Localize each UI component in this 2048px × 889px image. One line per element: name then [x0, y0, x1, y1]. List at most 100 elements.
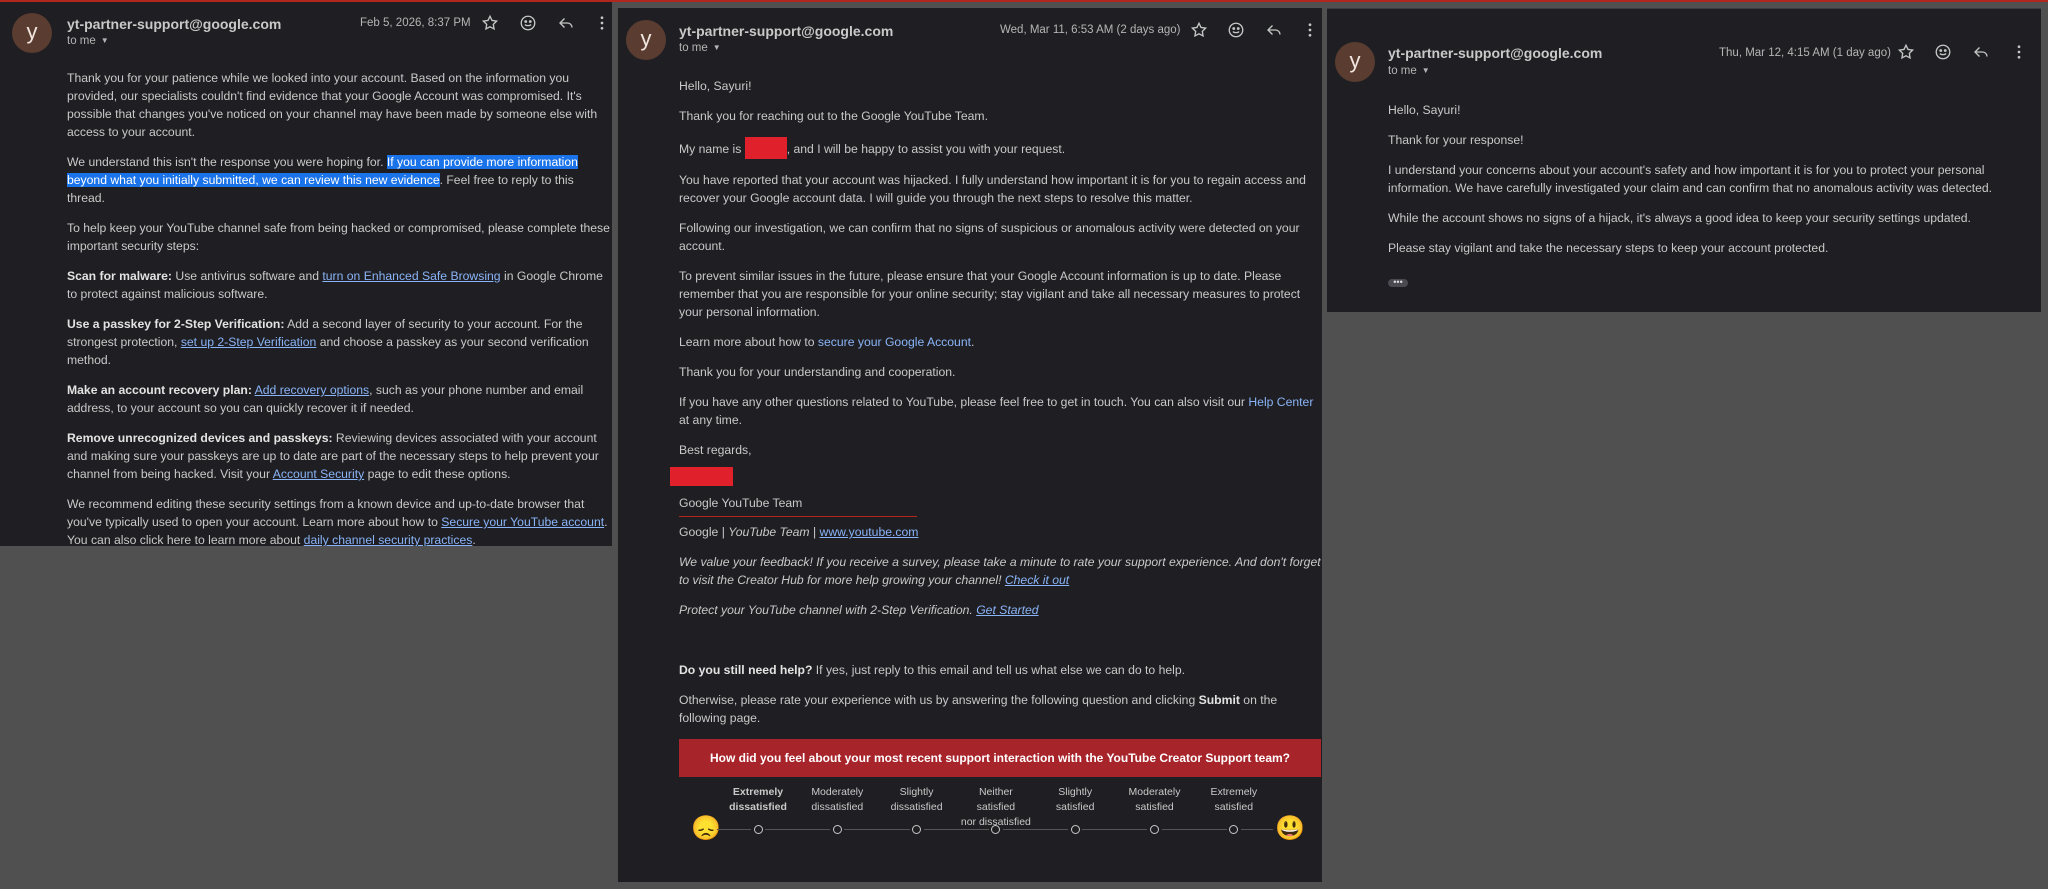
avatar[interactable]: y	[12, 13, 52, 53]
sender-name[interactable]: yt-partner-support@google.com	[67, 16, 281, 32]
scale-connector	[1161, 829, 1227, 830]
help-center-link[interactable]: Help Center	[1248, 395, 1313, 409]
scale-label: Slightly satisfied	[1055, 786, 1095, 813]
satisfaction-radio[interactable]	[1229, 825, 1239, 834]
get-started-link[interactable]: Get Started	[976, 603, 1038, 617]
secure-youtube-link[interactable]: Secure your YouTube account	[441, 515, 604, 529]
message-date: Thu, Mar 12, 4:15 AM (1 day ago)	[1719, 47, 1891, 59]
check-it-out-link[interactable]: Check it out	[1005, 573, 1069, 587]
body-paragraph: Learn more about how to secure your Goog…	[679, 335, 975, 349]
body-paragraph: Thank you for your understanding and coo…	[679, 365, 956, 379]
scale-label: Slightly dissatisfied	[890, 786, 943, 813]
redacted-signature	[670, 467, 733, 486]
avatar[interactable]: y	[1335, 42, 1375, 82]
email-message-2: y yt-partner-support@google.com to me ▼ W…	[618, 8, 1322, 882]
email-message-1: y yt-partner-support@google.com to me ▼ F…	[0, 2, 612, 546]
message-date: Wed, Mar 11, 6:53 AM (2 days ago)	[1000, 24, 1181, 36]
message-body: Thank you for your patience while we loo…	[67, 69, 612, 546]
satisfaction-radio[interactable]	[991, 825, 1001, 834]
recipient-label: to me	[679, 42, 708, 54]
signature-team: Google YouTube Team	[679, 496, 803, 510]
happy-face-icon[interactable]: 😃	[1275, 817, 1305, 841]
protect-paragraph: Protect your YouTube channel with 2-Step…	[679, 603, 1039, 617]
star-icon[interactable]	[1188, 19, 1210, 41]
emoji-reaction-icon[interactable]	[1932, 41, 1954, 63]
youtube-link[interactable]: www.youtube.com	[820, 525, 919, 539]
body-paragraph: My name is , and I will be happy to assi…	[679, 137, 1321, 159]
safe-browsing-link[interactable]: turn on Enhanced Safe Browsing	[322, 269, 500, 283]
star-icon[interactable]	[1895, 41, 1917, 63]
survey-question-banner: How did you feel about your most recent …	[679, 739, 1321, 777]
avatar[interactable]: y	[626, 20, 666, 60]
body-paragraph: We understand this isn't the response yo…	[67, 155, 578, 205]
recipient-toggle[interactable]: to me ▼	[67, 35, 109, 47]
emoji-reaction-icon[interactable]	[517, 12, 539, 34]
body-paragraph: We recommend editing these security sett…	[67, 497, 608, 546]
scale-connector	[1002, 829, 1069, 830]
signature-google: Google	[679, 525, 719, 539]
scale-label: Moderately satisfied	[1128, 786, 1181, 813]
sign-off: Best regards,	[679, 443, 752, 457]
scale-label: Extremely dissatisfied	[729, 786, 787, 813]
sender-name[interactable]: yt-partner-support@google.com	[679, 23, 893, 39]
reply-icon[interactable]	[1263, 19, 1285, 41]
secure-google-account-link[interactable]: secure your Google Account	[818, 335, 971, 349]
recipient-toggle[interactable]: to me ▼	[1388, 65, 1430, 77]
rate-paragraph: Otherwise, please rate your experience w…	[679, 693, 1278, 725]
security-practices-link[interactable]: daily channel security practices	[304, 533, 473, 546]
scale-label: Neither satisfied nor dissatisfied	[960, 786, 1031, 828]
satisfaction-radio[interactable]	[912, 825, 922, 834]
body-paragraph: Please stay vigilant and take the necess…	[1388, 241, 1829, 255]
recipient-label: to me	[67, 35, 96, 47]
body-paragraph: While the account shows no signs of a hi…	[1388, 211, 1971, 225]
step-malware: Scan for malware: Use antivirus software…	[67, 269, 603, 301]
more-vert-icon[interactable]	[591, 12, 612, 34]
scale-connector	[844, 829, 910, 830]
step-devices: Remove unrecognized devices and passkeys…	[67, 431, 599, 481]
scale-connector	[1082, 829, 1148, 830]
message-body: Hello, Sayuri! Thank you for reaching ou…	[670, 77, 1321, 857]
two-step-link[interactable]: set up 2-Step Verification	[181, 335, 317, 349]
feedback-paragraph: We value your feedback! If you receive a…	[679, 555, 1321, 587]
signature-team-italic: YouTube Team	[728, 525, 810, 539]
greeting: Hello, Sayuri!	[1388, 103, 1461, 117]
signature-divider	[679, 516, 917, 517]
reply-icon[interactable]	[555, 12, 577, 34]
signature-separator: |	[721, 525, 725, 539]
more-vert-icon[interactable]	[2008, 41, 2030, 63]
message-date: Feb 5, 2026, 8:37 PM	[360, 17, 471, 29]
more-vert-icon[interactable]	[1299, 19, 1321, 41]
recipient-toggle[interactable]: to me ▼	[679, 42, 721, 54]
redacted-signature-wrap	[670, 467, 1321, 486]
chevron-down-icon: ▼	[100, 36, 109, 45]
emoji-reaction-icon[interactable]	[1225, 19, 1247, 41]
email-message-3: y yt-partner-support@google.com to me ▼ T…	[1327, 8, 2041, 312]
satisfaction-radio[interactable]	[753, 825, 763, 834]
step-recovery: Make an account recovery plan: Add recov…	[67, 383, 584, 415]
satisfaction-radio[interactable]	[1150, 825, 1159, 834]
scale-connector	[1240, 829, 1273, 830]
signature-footer: Google | YouTube Team | www.youtube.com	[679, 523, 1321, 541]
body-paragraph: To prevent similar issues in the future,…	[679, 269, 1301, 319]
recovery-options-link[interactable]: Add recovery options	[255, 383, 370, 397]
scale-label: Extremely satisfied	[1210, 786, 1258, 813]
body-paragraph: You have reported that your account was …	[679, 173, 1306, 205]
body-paragraph: Thank for your response!	[1388, 133, 1524, 147]
scale-label: Moderately dissatisfied	[811, 786, 864, 813]
body-paragraph: I understand your concerns about your ac…	[1388, 163, 1993, 195]
satisfaction-scale: 😞 😃 Extremely dissatisfied Moderately dissa…	[679, 777, 1321, 857]
body-paragraph: If you have any other questions related …	[679, 395, 1314, 427]
show-trimmed-content-button[interactable]: •••	[1388, 278, 1408, 287]
step-passkey: Use a passkey for 2-Step Verification: A…	[67, 317, 589, 367]
star-icon[interactable]	[479, 12, 501, 34]
redacted-name	[744, 137, 787, 159]
sender-name[interactable]: yt-partner-support@google.com	[1388, 45, 1602, 61]
account-security-link[interactable]: Account Security	[273, 467, 364, 481]
scale-connector	[765, 829, 831, 830]
body-paragraph: Following our investigation, we can conf…	[679, 221, 1300, 253]
greeting: Hello, Sayuri!	[679, 79, 752, 93]
reply-icon[interactable]	[1970, 41, 1992, 63]
satisfaction-radio[interactable]	[1070, 825, 1080, 834]
chevron-down-icon: ▼	[712, 43, 721, 52]
satisfaction-radio[interactable]	[832, 825, 842, 834]
